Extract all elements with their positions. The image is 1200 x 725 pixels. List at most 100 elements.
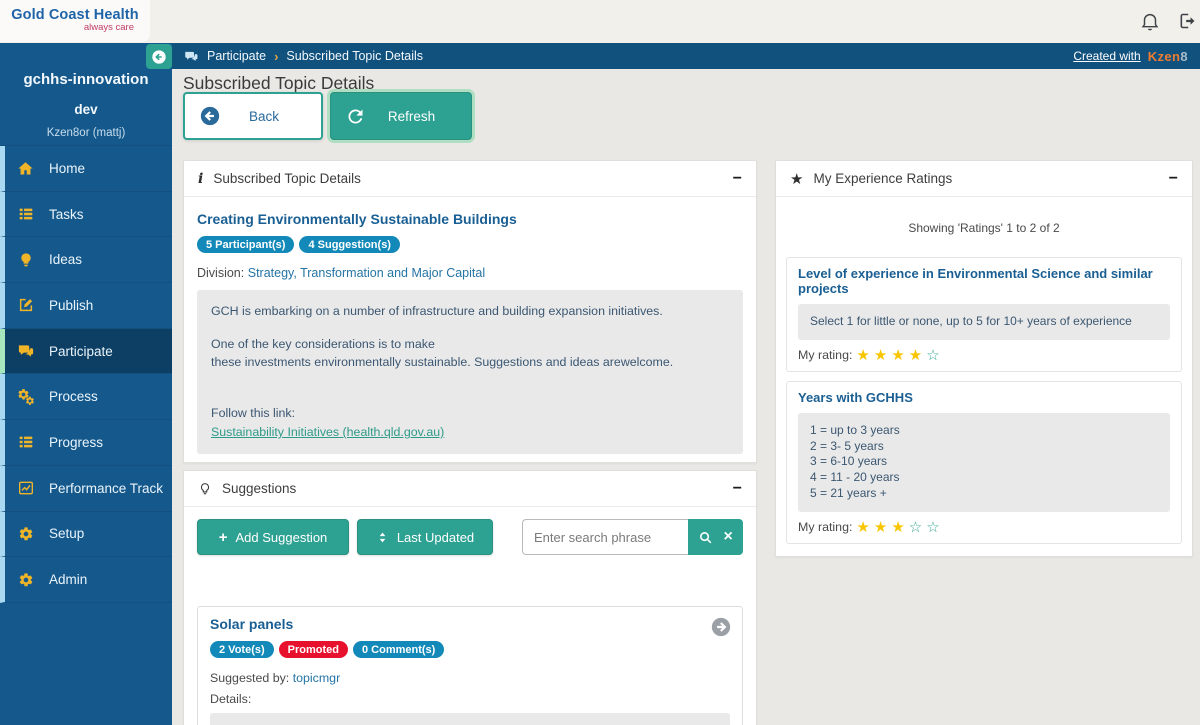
suggestion-item: Solar panels 2 Vote(s) Promoted 0 Comment(s… xyxy=(197,606,743,725)
topic-division: Division: Strategy, Transformation and M… xyxy=(197,266,743,280)
suggestion-badge: 0 Comment(s) xyxy=(352,641,445,658)
my-rating-row: My rating: ★ ★ ★ ★ ☆ xyxy=(798,348,1170,363)
star-filled-icon[interactable]: ★ xyxy=(874,348,887,363)
sidebar-item-process[interactable]: Process xyxy=(0,374,172,421)
my-rating-row: My rating: ★ ★ ★ ☆ ☆ xyxy=(798,520,1170,535)
sort-label: Last Updated xyxy=(396,529,475,545)
search-icon[interactable] xyxy=(698,530,713,545)
rating-description-box: 1 = up to 3 years 2 = 3- 5 years 3 = 6-10 … xyxy=(798,412,1170,512)
page-title: Subscribed Topic Details xyxy=(183,73,375,93)
sidebar-item-label: Setup xyxy=(49,526,85,542)
suggested-by: Suggested by: topicmgr xyxy=(210,671,730,685)
notifications-bell-icon[interactable] xyxy=(1139,10,1161,32)
collapse-ratings-card-icon[interactable]: − xyxy=(1169,170,1178,187)
sidebar-item-participate[interactable]: Participate xyxy=(0,328,172,375)
app-logo[interactable]: Gold Coast Health always care xyxy=(0,0,150,42)
star-filled-icon[interactable]: ★ xyxy=(891,520,904,535)
created-with-link[interactable]: Created with xyxy=(1073,49,1140,63)
rating-title: Level of experience in Environmental Sci… xyxy=(798,266,1153,296)
topic-card-body: Creating Environmentally Sustainable Bui… xyxy=(184,197,756,462)
refresh-button-label: Refresh xyxy=(387,108,436,124)
topic-description-paragraph: One of the key considerations is to make… xyxy=(211,336,674,370)
suggestion-badge: Promoted xyxy=(278,641,348,658)
ratings-card-title: My Experience Ratings xyxy=(813,171,953,186)
sidebar-item-home[interactable]: Home xyxy=(0,146,172,192)
subscribed-topic-details-card: i Subscribed Topic Details − Creating En… xyxy=(183,160,757,463)
star-filled-icon[interactable]: ★ xyxy=(909,348,922,363)
suggestion-search-input[interactable] xyxy=(522,519,688,555)
collapse-arrow-icon xyxy=(151,49,167,65)
open-suggestion-arrow-icon[interactable] xyxy=(710,616,732,638)
breadcrumb-separator-icon: › xyxy=(274,48,279,64)
breadcrumb-item-participate[interactable]: Participate xyxy=(207,49,266,63)
star-filled-icon[interactable]: ★ xyxy=(891,348,904,363)
workspace-name: gchhs-innovation xyxy=(23,71,149,88)
sustainability-link[interactable]: Sustainability Initiatives (health.qld.g… xyxy=(211,425,444,439)
rating-description-line: 2 = 3- 5 years xyxy=(810,438,884,453)
topic-badges: 5 Participant(s) 4 Suggestion(s) xyxy=(197,236,743,253)
topic-card-title: Subscribed Topic Details xyxy=(213,171,361,186)
created-with-branding[interactable]: Created with Kzen8 xyxy=(1073,49,1188,64)
list-icon xyxy=(15,206,36,222)
suggestions-card-title: Suggestions xyxy=(222,481,297,496)
sidebar-item-admin[interactable]: Admin xyxy=(0,557,172,603)
topic-badge: 4 Suggestion(s) xyxy=(299,236,400,253)
sidebar-item-label: Progress xyxy=(49,434,104,450)
add-suggestion-button[interactable]: + Add Suggestion xyxy=(197,519,349,555)
sidebar-item-performance-track[interactable]: Performance Track xyxy=(0,465,172,512)
my-experience-ratings-card: ★ My Experience Ratings − Showing 'Ratin… xyxy=(775,160,1193,557)
logo-title: Gold Coast Health xyxy=(11,7,139,23)
suggestions-card-body: + Add Suggestion Last Updated × xyxy=(184,507,756,725)
back-button[interactable]: Back xyxy=(183,92,323,140)
gears-icon xyxy=(15,388,36,406)
page-toolbar: Back Refresh xyxy=(183,92,472,140)
star-filled-icon[interactable]: ★ xyxy=(856,520,869,535)
sidebar-item-setup[interactable]: Setup xyxy=(0,511,172,558)
link-label: Follow this link: xyxy=(211,406,296,421)
plus-icon: + xyxy=(218,528,228,546)
sidebar-item-publish[interactable]: Publish xyxy=(0,283,172,329)
sidebar-item-ideas[interactable]: Ideas xyxy=(0,237,172,284)
suggestion-badges: 2 Vote(s) Promoted 0 Comment(s) xyxy=(210,641,730,658)
sort-last-updated-button[interactable]: Last Updated xyxy=(357,519,493,555)
environment-name: dev xyxy=(74,102,98,117)
back-button-label: Back xyxy=(248,108,279,124)
ratings-showing-text: Showing 'Ratings' 1 to 2 of 2 xyxy=(908,221,1060,235)
topic-card-header: i Subscribed Topic Details − xyxy=(184,161,756,197)
logo-tagline: always care xyxy=(83,22,134,33)
star-icon: ★ xyxy=(790,170,804,188)
rating-description-line: 5 = 21 years + xyxy=(810,486,887,501)
collapse-topic-card-icon[interactable]: − xyxy=(733,170,742,187)
sidebar-collapse-button[interactable] xyxy=(146,44,172,69)
suggestion-details-box: To generate electricity for the building xyxy=(210,713,730,725)
suggestions-card-header: Suggestions − xyxy=(184,471,756,507)
division-label: Division: xyxy=(197,266,245,280)
sidebar-nav: Home Tasks Ideas Publish Participate Process P… xyxy=(0,145,172,603)
clear-search-icon[interactable]: × xyxy=(723,529,732,545)
breadcrumb-bar: Participate › Subscribed Topic Details C… xyxy=(172,43,1200,69)
topic-description-paragraphs: GCH is embarking on a number of infrastr… xyxy=(211,302,729,372)
suggestion-list: Solar panels 2 Vote(s) Promoted 0 Comment(s… xyxy=(197,606,743,725)
star-empty-icon[interactable]: ☆ xyxy=(926,520,939,535)
suggestions-toolbar: + Add Suggestion Last Updated × xyxy=(197,519,743,555)
rating-description-line: 4 = 11 - 20 years xyxy=(810,470,900,485)
sidebar-item-tasks[interactable]: Tasks xyxy=(0,191,172,238)
star-empty-icon[interactable]: ☆ xyxy=(926,348,939,363)
chart-icon xyxy=(15,480,36,496)
suggestion-badge: 2 Vote(s) xyxy=(210,641,274,658)
sidebar-item-progress[interactable]: Progress xyxy=(0,420,172,466)
breadcrumb-current-page: Subscribed Topic Details xyxy=(286,49,424,63)
star-filled-icon[interactable]: ★ xyxy=(874,520,887,535)
refresh-button[interactable]: Refresh xyxy=(330,92,472,140)
add-suggestion-label: Add Suggestion xyxy=(235,529,328,545)
suggestions-card: Suggestions − + Add Suggestion Last Upda… xyxy=(183,470,757,725)
collapse-suggestions-card-icon[interactable]: − xyxy=(733,480,742,497)
topic-description-box: GCH is embarking on a number of infrastr… xyxy=(197,290,743,454)
star-filled-icon[interactable]: ★ xyxy=(856,348,869,363)
star-empty-icon[interactable]: ☆ xyxy=(909,520,922,535)
breadcrumb-chat-icon xyxy=(184,49,199,64)
top-header: Gold Coast Health always care xyxy=(0,0,1200,43)
suggestion-search-group: × xyxy=(522,519,743,555)
sidebar-item-label: Performance Track xyxy=(49,480,164,496)
logout-icon[interactable] xyxy=(1177,11,1197,31)
